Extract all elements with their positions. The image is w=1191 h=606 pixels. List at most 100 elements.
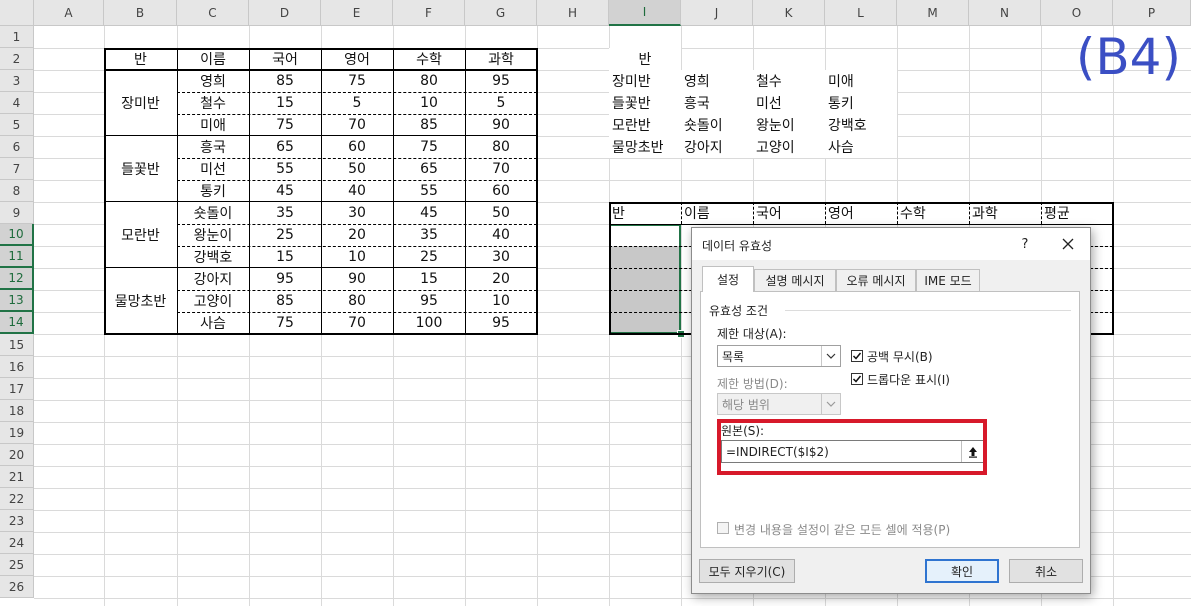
lookup-cell[interactable]: 통키 [825, 92, 897, 114]
row-header[interactable]: 22 [0, 488, 34, 510]
help-button[interactable]: ? [1014, 233, 1036, 255]
column-header[interactable]: H [537, 0, 609, 26]
lookup-cell[interactable]: 물망초반 [609, 136, 681, 158]
table-cell[interactable]: 45 [249, 180, 321, 202]
table-cell[interactable]: 통키 [177, 180, 249, 202]
row-header[interactable]: 8 [0, 180, 34, 202]
table-cell[interactable]: 95 [249, 268, 321, 290]
table-cell[interactable]: 35 [249, 202, 321, 224]
row-header[interactable]: 24 [0, 532, 34, 554]
table-cell[interactable]: 85 [393, 114, 465, 136]
row-header[interactable]: 2 [0, 48, 34, 70]
table-cell[interactable]: 철수 [177, 92, 249, 114]
select-all-corner[interactable] [0, 0, 34, 26]
lookup-cell[interactable]: 철수 [753, 70, 825, 92]
tab-ime-mode[interactable]: IME 모드 [916, 269, 980, 291]
table-cell[interactable]: 영희 [177, 70, 249, 92]
table-cell[interactable]: 40 [321, 180, 393, 202]
table-cell[interactable]: 미애 [177, 114, 249, 136]
table-cell[interactable]: 20 [321, 224, 393, 246]
row-header[interactable]: 17 [0, 378, 34, 400]
table-cell[interactable]: 15 [249, 246, 321, 268]
row-header[interactable]: 12 [0, 268, 34, 290]
column-header[interactable]: G [465, 0, 537, 26]
table-cell[interactable]: 미선 [177, 158, 249, 180]
table-header-cell[interactable]: 수학 [393, 48, 465, 70]
result-header-cell[interactable]: 국어 [753, 202, 825, 224]
table-cell[interactable]: 왕눈이 [177, 224, 249, 246]
column-header[interactable]: D [249, 0, 321, 26]
class-group-cell[interactable]: 모란반 [104, 202, 177, 268]
lookup-cell[interactable]: 모란반 [609, 114, 681, 136]
table-cell[interactable]: 90 [321, 268, 393, 290]
table-cell[interactable]: 5 [465, 92, 537, 114]
table-cell[interactable]: 10 [321, 246, 393, 268]
ok-button[interactable]: 확인 [925, 559, 999, 583]
table-cell[interactable]: 100 [393, 312, 465, 334]
table-cell[interactable]: 85 [249, 290, 321, 312]
table-cell[interactable]: 75 [321, 70, 393, 92]
table-cell[interactable]: 15 [249, 92, 321, 114]
row-header[interactable]: 5 [0, 114, 34, 136]
table-cell[interactable]: 75 [249, 114, 321, 136]
lookup-cell[interactable]: 왕눈이 [753, 114, 825, 136]
table-cell[interactable]: 90 [465, 114, 537, 136]
table-cell[interactable]: 55 [393, 180, 465, 202]
column-header[interactable]: M [897, 0, 969, 26]
column-header[interactable]: I [609, 0, 681, 26]
column-header[interactable]: B [104, 0, 177, 26]
table-cell[interactable]: 30 [321, 202, 393, 224]
row-header[interactable]: 18 [0, 400, 34, 422]
tab-error-alert[interactable]: 오류 메시지 [836, 269, 916, 291]
table-cell[interactable]: 70 [321, 114, 393, 136]
result-header-cell[interactable]: 영어 [825, 202, 897, 224]
table-cell[interactable]: 65 [249, 136, 321, 158]
dropdown-checkbox[interactable] [851, 373, 863, 385]
table-cell[interactable]: 10 [465, 290, 537, 312]
table-cell[interactable]: 80 [465, 136, 537, 158]
table-cell[interactable]: 60 [465, 180, 537, 202]
table-cell[interactable]: 75 [393, 136, 465, 158]
row-header[interactable]: 19 [0, 422, 34, 444]
clear-all-button[interactable]: 모두 지우기(C) [699, 559, 795, 583]
table-cell[interactable]: 고양이 [177, 290, 249, 312]
result-header-cell[interactable]: 이름 [681, 202, 753, 224]
table-cell[interactable]: 95 [465, 312, 537, 334]
allow-select[interactable]: 목록 [717, 345, 841, 367]
column-header[interactable]: A [34, 0, 104, 26]
table-header-cell[interactable]: 이름 [177, 48, 249, 70]
lookup-cell[interactable]: 강아지 [681, 136, 753, 158]
lookup-cell[interactable]: 미애 [825, 70, 897, 92]
table-cell[interactable]: 10 [393, 92, 465, 114]
table-cell[interactable]: 25 [393, 246, 465, 268]
table-cell[interactable]: 30 [465, 246, 537, 268]
lookup-cell[interactable]: 들꽃반 [609, 92, 681, 114]
tab-settings[interactable]: 설정 [702, 266, 754, 292]
result-header-cell[interactable]: 수학 [897, 202, 969, 224]
row-header[interactable]: 9 [0, 202, 34, 224]
lookup-header-cell[interactable]: 반 [609, 48, 681, 70]
ignore-blank-checkbox[interactable] [851, 350, 863, 362]
table-header-cell[interactable]: 과학 [465, 48, 537, 70]
table-cell[interactable]: 5 [321, 92, 393, 114]
table-cell[interactable]: 80 [321, 290, 393, 312]
row-header[interactable]: 15 [0, 334, 34, 356]
row-header[interactable]: 20 [0, 444, 34, 466]
column-header[interactable]: O [1041, 0, 1113, 26]
table-cell[interactable]: 60 [321, 136, 393, 158]
table-cell[interactable]: 70 [321, 312, 393, 334]
table-cell[interactable]: 20 [465, 268, 537, 290]
table-cell[interactable]: 사슴 [177, 312, 249, 334]
cancel-button[interactable]: 취소 [1009, 559, 1083, 583]
table-cell[interactable]: 80 [393, 70, 465, 92]
row-header[interactable]: 11 [0, 246, 34, 268]
class-group-cell[interactable]: 들꽃반 [104, 136, 177, 202]
table-header-cell[interactable]: 국어 [249, 48, 321, 70]
lookup-cell[interactable]: 숏돌이 [681, 114, 753, 136]
row-header[interactable]: 10 [0, 224, 34, 246]
table-cell[interactable]: 70 [465, 158, 537, 180]
lookup-cell[interactable]: 강백호 [825, 114, 897, 136]
table-cell[interactable]: 50 [465, 202, 537, 224]
table-header-cell[interactable]: 영어 [321, 48, 393, 70]
row-header[interactable]: 26 [0, 576, 34, 598]
